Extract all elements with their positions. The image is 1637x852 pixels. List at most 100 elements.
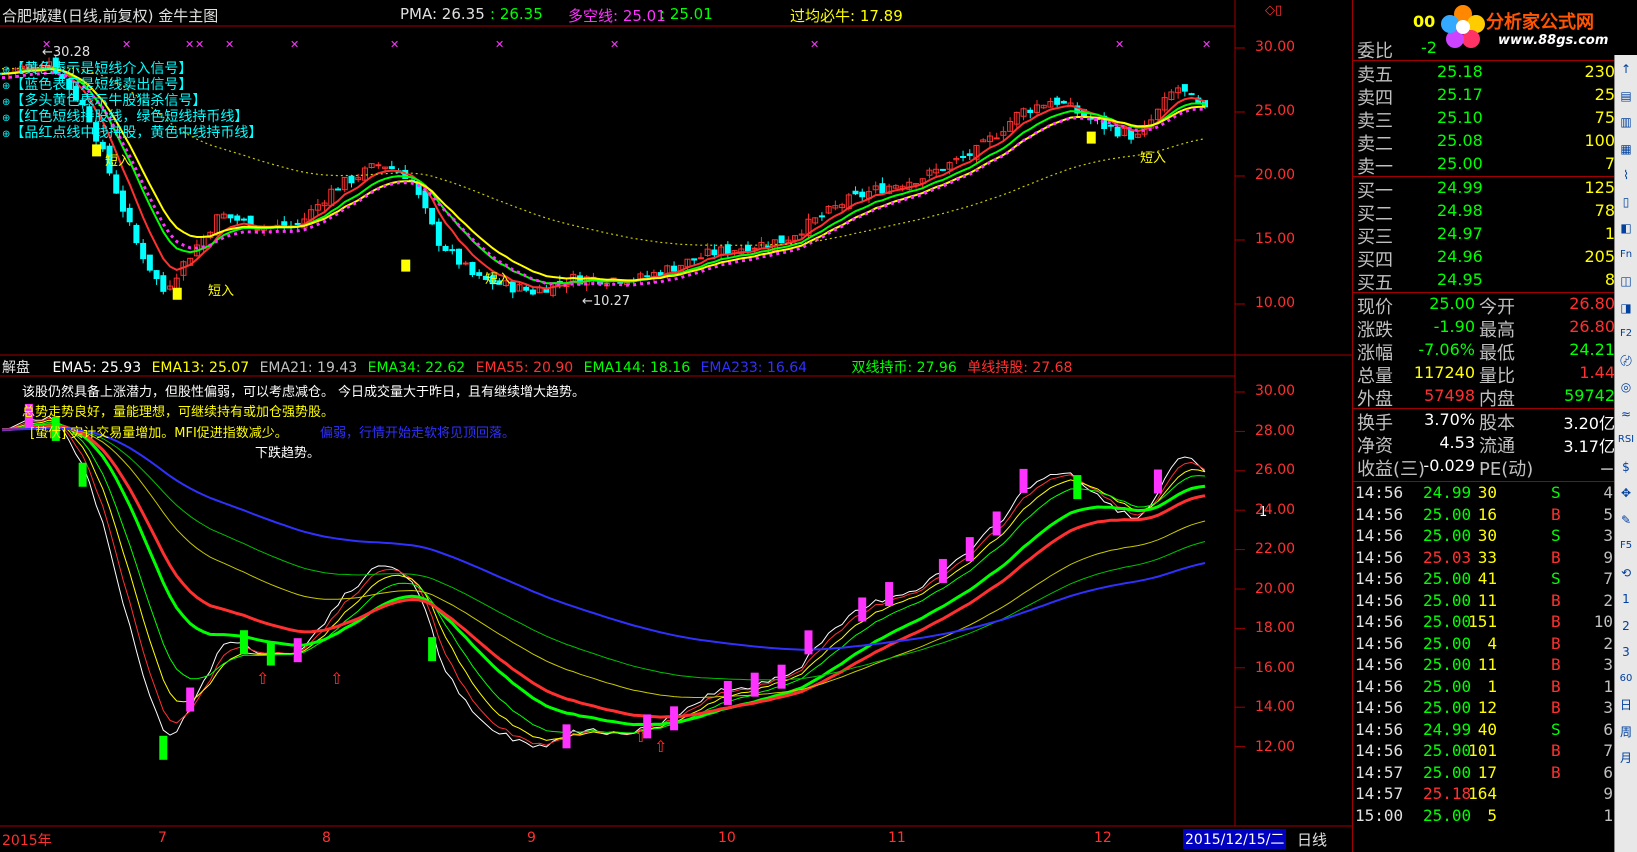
toolbar-button-icon[interactable]: ↑ bbox=[1616, 59, 1636, 79]
tick-row[interactable]: 14:56 25.00 12 B 3 bbox=[1353, 698, 1615, 720]
asks-row[interactable]: 卖一 25.00 7 bbox=[1353, 153, 1615, 178]
toolbar-button-icon[interactable]: ▯ bbox=[1616, 192, 1636, 212]
tick-bs: B bbox=[1551, 762, 1561, 782]
sub-axis-label: 28.00 bbox=[1255, 423, 1296, 439]
tick-row[interactable]: 14:56 25.00 1 B 1 bbox=[1353, 677, 1615, 699]
watermark-url: www.88gs.com bbox=[1498, 33, 1609, 48]
sub-axis-label: 16.00 bbox=[1255, 660, 1296, 676]
candle-body bbox=[1107, 124, 1114, 127]
tick-bs: S bbox=[1551, 569, 1561, 588]
tick-row[interactable]: 14:56 25.00 16 B 5 bbox=[1353, 505, 1615, 527]
tick-row[interactable]: 14:56 24.99 40 S 6 bbox=[1353, 720, 1615, 742]
duokong-value: : 25.01 bbox=[660, 5, 713, 23]
toolbar-button-icon[interactable]: Fn bbox=[1616, 245, 1636, 265]
window-restore-icon[interactable]: ◇▯ bbox=[1265, 3, 1282, 18]
candle-body bbox=[294, 222, 301, 226]
stat-value: 1.44 bbox=[1579, 363, 1615, 382]
tick-count: 2 bbox=[1603, 633, 1613, 653]
sub-axis-label: 30.00 bbox=[1255, 383, 1296, 399]
toolbar-button-icon[interactable]: F5 bbox=[1616, 536, 1636, 556]
tick-bs: B bbox=[1551, 655, 1561, 674]
toolbar-button-icon[interactable]: ⟲ bbox=[1616, 563, 1636, 583]
toolbar-button-icon[interactable]: 周 bbox=[1616, 722, 1636, 742]
up-arrow-icon: ⇧ bbox=[256, 669, 269, 688]
shuangxian-label: 双线持币: 27.96 bbox=[851, 360, 957, 376]
stat-value: 3.17亿 bbox=[1563, 437, 1615, 456]
bids-row[interactable]: 买三 24.97 1 bbox=[1353, 223, 1615, 248]
toolbar-button-icon[interactable]: ≈ bbox=[1616, 404, 1636, 424]
toolbar-button-icon[interactable]: F2 bbox=[1616, 324, 1636, 344]
candle-body bbox=[818, 215, 825, 218]
toolbar-button-icon[interactable]: ✥ bbox=[1616, 483, 1636, 503]
signal-mark: ✕ bbox=[195, 38, 204, 51]
tick-row[interactable]: 14:56 25.00 41 S 7 bbox=[1353, 569, 1615, 591]
tick-row[interactable]: 15:00 25.00 5 1 bbox=[1353, 806, 1615, 828]
stats2-list: 换手 3.70% 股本 3.20亿 净资 4.53 流通 3.17亿 收益(三) -0.029 PE… bbox=[1353, 409, 1615, 481]
toolbar-button-icon[interactable]: RSI bbox=[1616, 430, 1636, 450]
bids-row[interactable]: 买五 24.95 8 bbox=[1353, 269, 1615, 294]
toolbar-button-icon[interactable]: ⌇ bbox=[1616, 165, 1636, 185]
toolbar-button-icon[interactable]: $ bbox=[1616, 457, 1636, 477]
tick-count: 3 bbox=[1603, 655, 1613, 674]
tick-row[interactable]: 14:56 25.03 33 B 9 bbox=[1353, 548, 1615, 570]
tick-row[interactable]: 14:56 25.00 151 B 10 bbox=[1353, 612, 1615, 634]
toolbar-button-icon[interactable]: ◎ bbox=[1616, 377, 1636, 397]
toolbar-button-icon[interactable]: ✎ bbox=[1616, 510, 1636, 530]
up-arrow-icon: ⇧ bbox=[654, 737, 667, 756]
tick-vol: 40 bbox=[1477, 719, 1497, 739]
sub-axis-label: 26.00 bbox=[1255, 462, 1296, 478]
stat-label: 收益(三) bbox=[1357, 459, 1426, 480]
asks-row[interactable]: 卖四 25.17 25 bbox=[1353, 84, 1615, 109]
asks-row[interactable]: 卖三 25.10 75 bbox=[1353, 107, 1615, 132]
x-axis-label: 8 bbox=[322, 830, 331, 846]
toolbar-button-icon[interactable]: 〄 bbox=[1616, 351, 1636, 371]
signal-mark: ✕ bbox=[390, 38, 399, 51]
tick-row[interactable]: 14:56 25.00 11 B 2 bbox=[1353, 591, 1615, 613]
tick-time: 14:56 bbox=[1355, 633, 1404, 653]
bids-row[interactable]: 买二 24.98 78 bbox=[1353, 200, 1615, 225]
tick-row[interactable]: 14:56 25.00 30 S 3 bbox=[1353, 526, 1615, 548]
toolbar-button-icon[interactable]: 月 bbox=[1616, 748, 1636, 768]
sub-bar bbox=[1153, 469, 1162, 494]
stat2-row: 净资 4.53 流通 3.17亿 bbox=[1353, 432, 1615, 457]
toolbar-button-icon[interactable]: 日 bbox=[1616, 695, 1636, 715]
asks-row[interactable]: 卖五 25.18 230 bbox=[1353, 61, 1615, 86]
asks-row[interactable]: 卖二 25.08 100 bbox=[1353, 130, 1615, 155]
toolbar-button-icon[interactable]: 2 bbox=[1616, 616, 1636, 636]
toolbar-button-icon[interactable]: ◧ bbox=[1616, 218, 1636, 238]
toolbar-button-icon[interactable]: ◫ bbox=[1616, 271, 1636, 291]
tick-row[interactable]: 14:57 25.00 17 B 6 bbox=[1353, 763, 1615, 785]
tick-list[interactable]: 14:56 24.99 30 S 4 14:56 25.00 16 B 5 14:56 25.00 30… bbox=[1353, 483, 1615, 852]
candle-body bbox=[422, 190, 429, 209]
candle-body bbox=[993, 137, 1000, 140]
candle-body bbox=[429, 207, 436, 225]
tick-vol: 164 bbox=[1468, 784, 1497, 803]
period-label[interactable]: 日线 bbox=[1297, 829, 1327, 850]
tick-row[interactable]: 14:56 24.99 30 S 4 bbox=[1353, 483, 1615, 505]
tick-row[interactable]: 14:56 25.00 11 B 3 bbox=[1353, 655, 1615, 677]
toolbar-button-icon[interactable]: ▥ bbox=[1616, 112, 1636, 132]
candle-body bbox=[1027, 109, 1034, 114]
tick-row[interactable]: 14:56 25.00 4 B 2 bbox=[1353, 634, 1615, 656]
legend-line: 【红色短线持股线，绿色短线持币线】 bbox=[10, 109, 249, 125]
tick-row[interactable]: 14:57 25.18 164 9 bbox=[1353, 784, 1615, 806]
bids-row[interactable]: 买一 24.99 125 bbox=[1353, 177, 1615, 202]
toolbar-button-icon[interactable]: ◨ bbox=[1616, 298, 1636, 318]
tick-vol: 11 bbox=[1477, 590, 1497, 610]
stat2-row: 收益(三) -0.029 PE(动) － bbox=[1353, 455, 1615, 480]
bids-vol: 125 bbox=[1584, 178, 1615, 197]
toolbar-button-icon[interactable]: ▦ bbox=[1616, 139, 1636, 159]
main-axis-label: 15.00 bbox=[1255, 231, 1296, 247]
candle-body bbox=[375, 164, 382, 167]
tick-bs: S bbox=[1551, 719, 1561, 739]
toolbar-button-icon[interactable]: 3 bbox=[1616, 642, 1636, 662]
toolbar-button-icon[interactable]: ▤ bbox=[1616, 86, 1636, 106]
bids-row[interactable]: 买四 24.96 205 bbox=[1353, 246, 1615, 271]
sub-bar bbox=[239, 630, 248, 655]
toolbar-button-icon[interactable]: 60 bbox=[1616, 669, 1636, 689]
signal-mark: ✕ bbox=[810, 38, 819, 51]
tick-vol: 16 bbox=[1477, 504, 1497, 524]
tick-row[interactable]: 14:56 25.00 101 B 7 bbox=[1353, 741, 1615, 763]
danxian-label: 单线持股: 27.68 bbox=[967, 360, 1073, 376]
toolbar-button-icon[interactable]: 1 bbox=[1616, 589, 1636, 609]
